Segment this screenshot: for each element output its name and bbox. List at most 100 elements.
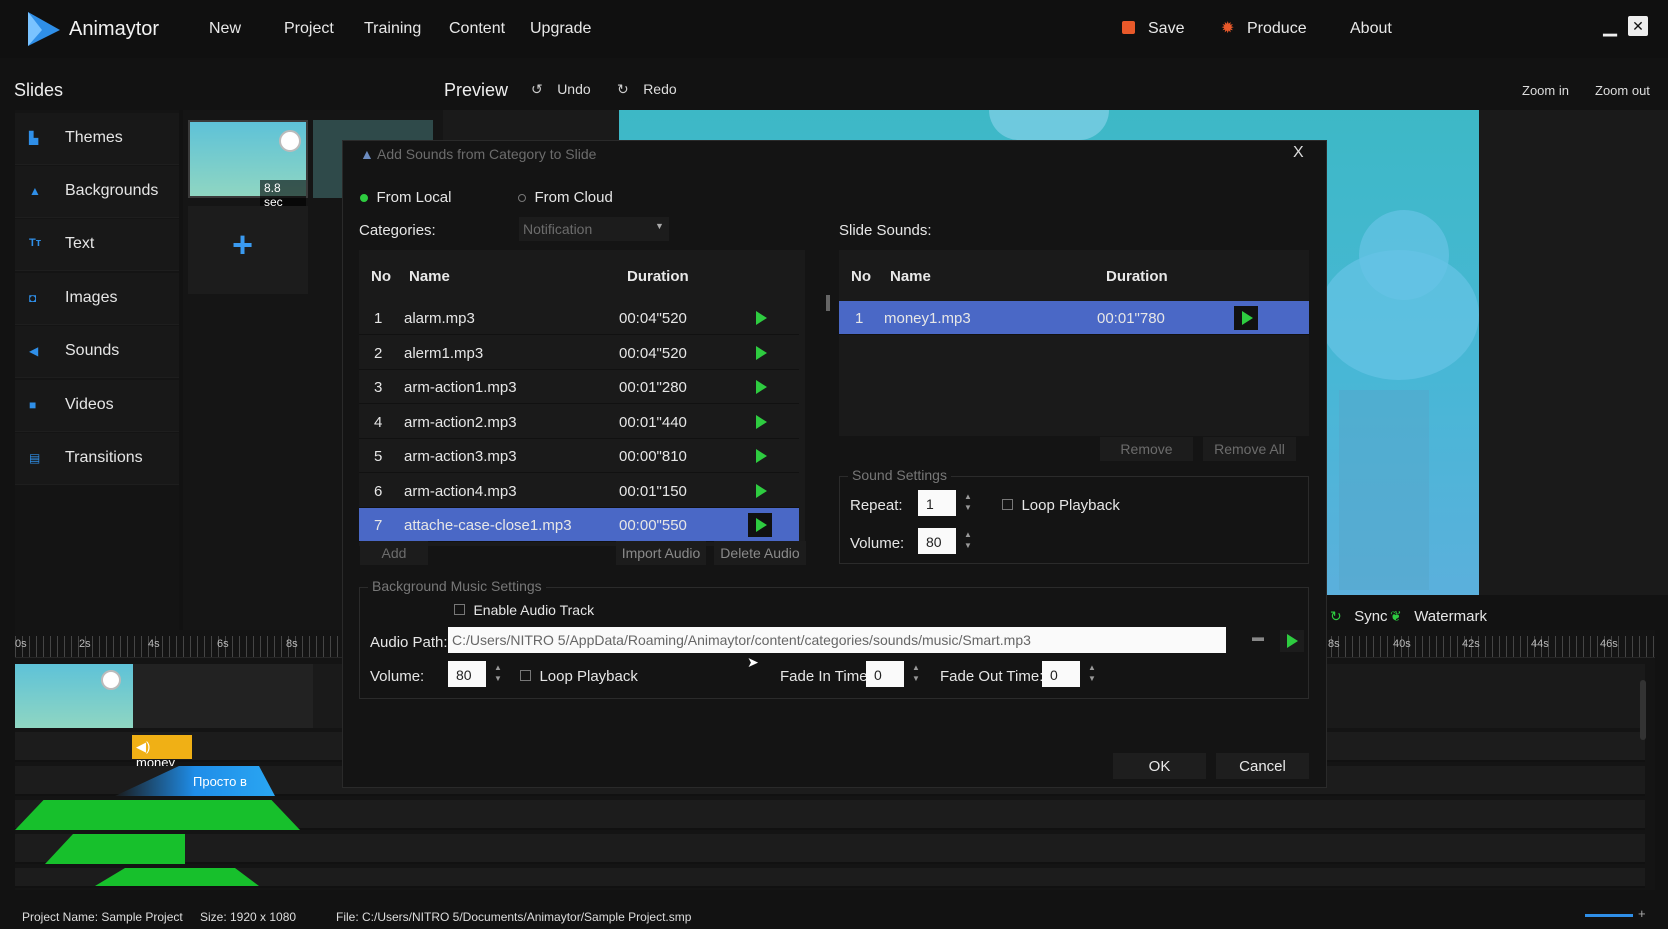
play-icon [756, 483, 767, 498]
bg-volume-input[interactable]: 80 [448, 661, 486, 687]
minimize-icon[interactable]: ▁ [1600, 16, 1620, 36]
bg-loop-playback-checkbox[interactable]: Loop Playback [520, 668, 638, 686]
sound-clip[interactable]: ◀) money [132, 735, 192, 770]
add-slide-button[interactable]: + [188, 206, 308, 294]
table-row[interactable]: 4 arm-action2.mp3 00:01"440 [359, 405, 799, 439]
spinner-arrows-icon[interactable]: ▲ ▼ [494, 662, 502, 684]
menu-content[interactable]: Content [449, 20, 505, 38]
table-row[interactable]: 1 money1.mp3 00:01"780 [839, 301, 1309, 335]
remove-all-button[interactable]: Remove All [1203, 437, 1296, 461]
sidebar-item-videos[interactable]: ■ Videos [15, 380, 179, 432]
sounds-icon: ◀ [29, 344, 39, 358]
volume-input[interactable]: 80 [918, 528, 956, 554]
from-cloud-radio[interactable]: From Cloud [518, 189, 613, 207]
menu-training[interactable]: Training [364, 20, 421, 38]
tick-label: 0s [15, 638, 27, 650]
image-clip[interactable] [45, 834, 185, 864]
category-select[interactable]: Notification ▼ [519, 217, 669, 241]
table-row[interactable]: 1 alarm.mp3 00:04"520 [359, 301, 799, 335]
slide-thumbnail[interactable]: 8.8 sec [188, 120, 308, 210]
zoom-slider[interactable] [1585, 914, 1633, 917]
about-menu[interactable]: About [1350, 20, 1392, 38]
row-name: arm-action3.mp3 [404, 448, 517, 465]
sidebar-item-themes[interactable]: ▙ Themes [15, 113, 179, 165]
fade-out-label: Fade Out Time: [940, 668, 1044, 685]
from-cloud-label: From Cloud [534, 189, 613, 206]
repeat-input[interactable]: 1 [918, 490, 956, 516]
folder-icon[interactable]: ▬ [1246, 630, 1270, 652]
videos-icon: ■ [29, 398, 37, 412]
background-music-group: Background Music Settings Enable Audio T… [359, 578, 1309, 699]
play-button[interactable] [1234, 306, 1258, 330]
table-row[interactable]: 7 attache-case-close1.mp3 00:00"550 [359, 508, 799, 542]
zoom-in-button[interactable]: Zoom in [1522, 83, 1569, 98]
sidebar-item-text[interactable]: Tт Text [15, 219, 179, 271]
menu-new[interactable]: New [209, 20, 241, 38]
table-row[interactable]: 6 arm-action4.mp3 00:01"150 [359, 474, 799, 508]
play-button[interactable] [748, 479, 772, 503]
play-button[interactable] [748, 444, 772, 468]
spinner-arrows-icon[interactable]: ▲ ▼ [964, 491, 972, 513]
dialog-close-button[interactable]: X [1293, 144, 1304, 162]
row-duration: 00:01"150 [619, 482, 687, 500]
row-name: alarm.mp3 [404, 310, 475, 327]
row-name: money1.mp3 [884, 310, 971, 327]
delete-audio-button[interactable]: Delete Audio [714, 541, 806, 565]
tick-label: 46s [1600, 638, 1618, 650]
ok-button[interactable]: OK [1113, 753, 1206, 779]
sync-button[interactable]: ↻ Sync [1330, 608, 1388, 626]
redo-button[interactable]: ↻ Redo [617, 81, 677, 99]
table-row[interactable]: 5 arm-action3.mp3 00:00"810 [359, 439, 799, 473]
sidebar-item-images[interactable]: ◘ Images [15, 273, 179, 325]
play-music-button[interactable] [1280, 630, 1304, 652]
sidebar-item-sounds[interactable]: ◀ Sounds [15, 326, 179, 378]
row-duration: 00:01"440 [619, 413, 687, 431]
zoom-plus-icon[interactable]: + [1638, 906, 1646, 921]
slide-sound-table: No Name Duration 1 money1.mp3 00:01"780 [839, 250, 1309, 436]
fade-out-input[interactable]: 0 [1042, 661, 1080, 687]
spinner-arrows-icon[interactable]: ▲ ▼ [964, 529, 972, 551]
loop-playback-checkbox[interactable]: Loop Playback [1002, 497, 1120, 515]
fade-in-input[interactable]: 0 [866, 661, 904, 687]
image-clip[interactable] [15, 800, 300, 830]
play-icon [756, 345, 767, 360]
image-clip[interactable] [75, 868, 275, 886]
from-local-radio[interactable]: From Local [360, 189, 451, 207]
table-row[interactable]: 2 alerm1.mp3 00:04"520 [359, 336, 799, 370]
timeline-scrollbar[interactable] [1640, 680, 1646, 740]
status-project-name: Project Name: Sample Project [22, 910, 183, 924]
row-name: arm-action4.mp3 [404, 482, 517, 500]
cancel-button[interactable]: Cancel [1216, 753, 1309, 779]
play-button[interactable] [748, 306, 772, 330]
spinner-arrows-icon[interactable]: ▲ ▼ [1088, 662, 1096, 684]
enable-audio-track-checkbox[interactable]: Enable Audio Track [454, 602, 594, 620]
undo-button[interactable]: ↺ Undo [531, 81, 591, 99]
undo-icon: ↺ [531, 81, 543, 97]
sidebar-item-label: Videos [65, 396, 114, 413]
sidebar-item-transitions[interactable]: ▤ Transitions [15, 433, 179, 485]
bg-music-title: Background Music Settings [368, 578, 546, 594]
table-row[interactable]: 3 arm-action1.mp3 00:01"280 [359, 370, 799, 404]
play-button[interactable] [748, 375, 772, 399]
play-button[interactable] [748, 341, 772, 365]
table-scrollbar[interactable] [826, 295, 830, 311]
row-no: 2 [374, 344, 383, 362]
remove-button[interactable]: Remove [1100, 437, 1193, 461]
checkbox-box [1002, 499, 1013, 510]
row-no: 3 [374, 379, 383, 396]
zoom-out-button[interactable]: Zoom out [1595, 83, 1650, 98]
spinner-arrows-icon[interactable]: ▲ ▼ [912, 662, 920, 684]
close-window-icon[interactable]: ✕ [1628, 16, 1648, 36]
menu-project[interactable]: Project [284, 20, 334, 38]
sidebar-item-backgrounds[interactable]: ▲ Backgrounds [15, 166, 179, 218]
watermark-button[interactable]: ❦ Watermark [1390, 608, 1487, 626]
add-button[interactable]: Add [360, 541, 428, 565]
menu-upgrade[interactable]: Upgrade [530, 20, 591, 38]
play-button[interactable] [748, 410, 772, 434]
play-button[interactable] [748, 513, 772, 537]
slide-clip-rest [133, 664, 313, 728]
tick-label: 8s [286, 638, 298, 650]
audio-path-input[interactable]: C:/Users/NITRO 5/AppData/Roaming/Animayt… [448, 627, 1226, 653]
import-audio-button[interactable]: Import Audio [616, 541, 706, 565]
slide-clip[interactable] [15, 664, 133, 728]
